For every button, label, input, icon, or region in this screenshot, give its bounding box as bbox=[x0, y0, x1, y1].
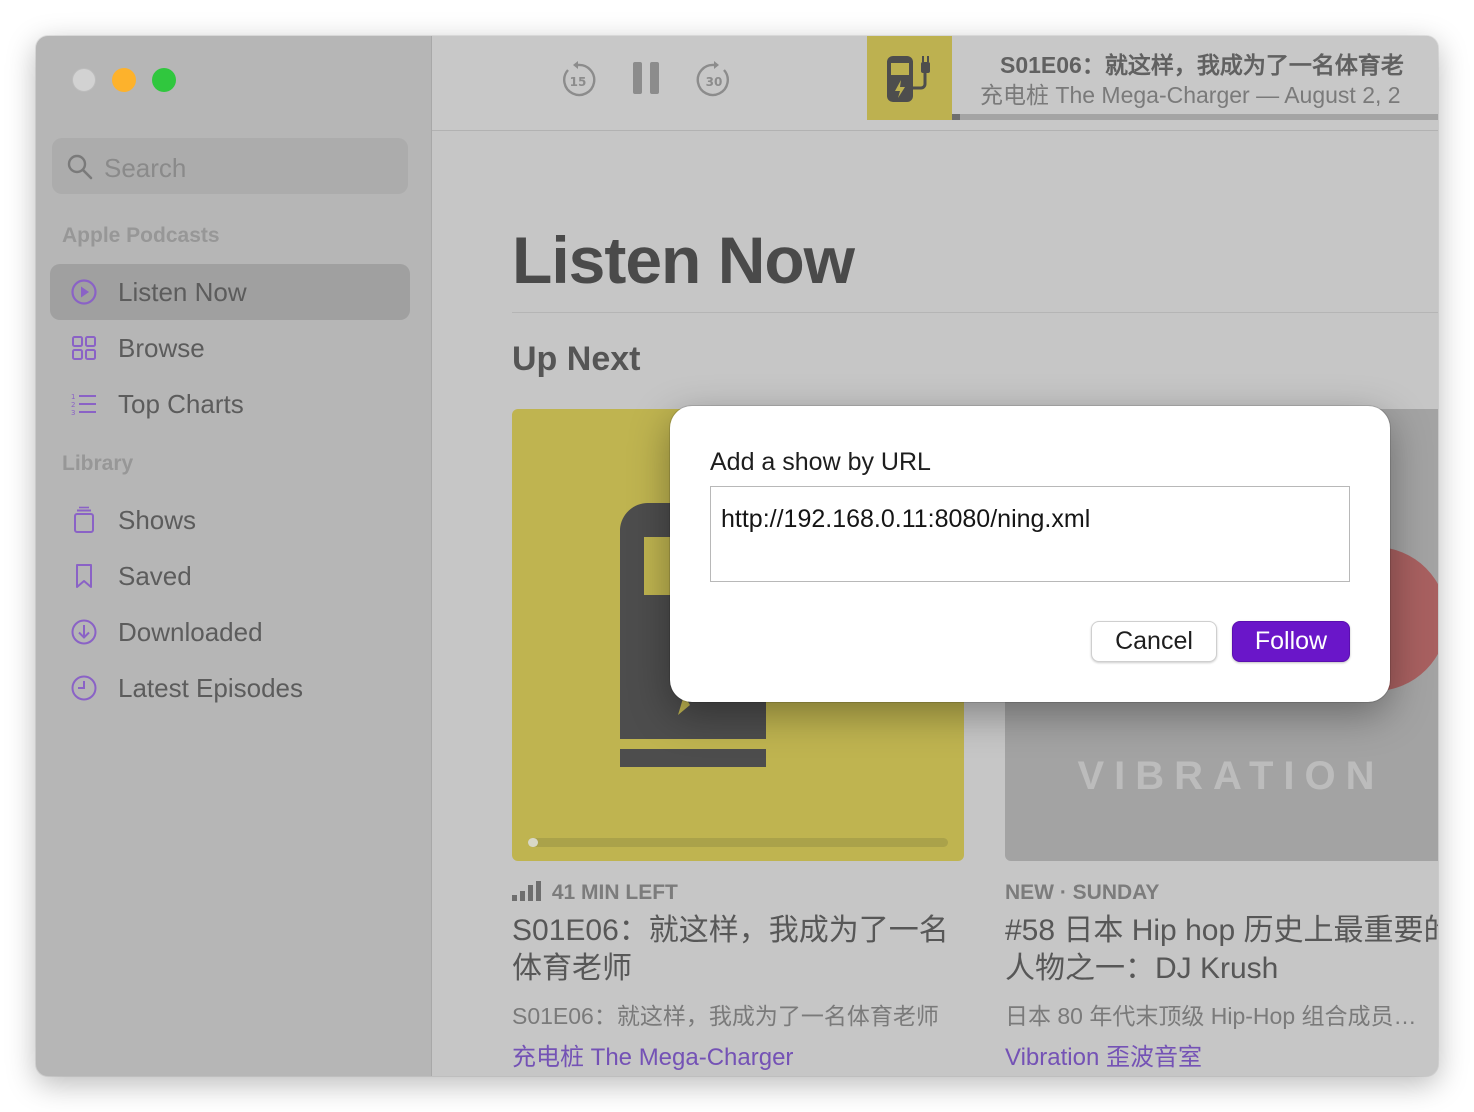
sidebar-item-label: Latest Episodes bbox=[118, 673, 304, 703]
title-divider bbox=[512, 312, 1438, 313]
svg-text:3: 3 bbox=[71, 409, 75, 417]
remaining-time-bars-icon bbox=[512, 881, 541, 901]
now-playing-artwork[interactable] bbox=[867, 36, 952, 120]
add-show-by-url-dialog: Add a show by URL http://192.168.0.11:80… bbox=[670, 406, 1390, 702]
sidebar-item-label: Browse bbox=[118, 333, 205, 363]
sidebar-item-browse[interactable]: Browse bbox=[50, 320, 410, 376]
now-playing-title: S01E06：就这样，我成为了一名体育老 bbox=[1000, 52, 1404, 78]
now-playing-subtitle: 充电桩 The Mega-Charger — August 2, 2 bbox=[980, 82, 1401, 108]
minimize-window-button[interactable] bbox=[112, 68, 136, 92]
search-icon bbox=[67, 154, 93, 180]
episode-progress-fill bbox=[528, 838, 538, 847]
bookmark-icon bbox=[76, 564, 92, 588]
sidebar-item-listen-now[interactable]: Listen Now bbox=[50, 264, 410, 320]
close-window-button[interactable] bbox=[72, 68, 96, 92]
skip-forward-label: 30 bbox=[706, 75, 723, 89]
episode-progress-bar bbox=[528, 838, 948, 847]
episode-title[interactable]: S01E06：就这样，我成为了一名体育老师 bbox=[512, 912, 972, 988]
playback-toolbar: 15 30 S01E06：就这样，我成为了一名体育老 充电桩 The Mega-… bbox=[432, 36, 1438, 131]
sidebar-item-label: Saved bbox=[118, 561, 192, 591]
section-heading-apple-podcasts: Apple Podcasts bbox=[62, 224, 220, 247]
skip-back-15-button[interactable]: 15 bbox=[560, 60, 596, 98]
follow-button[interactable]: Follow bbox=[1232, 621, 1350, 662]
sidebar-item-downloaded[interactable]: Downloaded bbox=[50, 604, 410, 660]
pause-button[interactable] bbox=[632, 60, 660, 96]
svg-text:1: 1 bbox=[71, 393, 75, 401]
episode-meta: 41 MIN LEFT bbox=[512, 881, 678, 905]
playback-progress-fill bbox=[952, 114, 960, 120]
sidebar-item-label: Shows bbox=[118, 505, 197, 535]
sidebar-item-label: Downloaded bbox=[118, 617, 263, 647]
episode-description: 日本 80 年代末顶级 Hip-Hop 组合成员… bbox=[1005, 1003, 1417, 1029]
sidebar: Search Apple Podcasts Listen Now Browse … bbox=[36, 36, 432, 1076]
skip-back-label: 15 bbox=[570, 75, 587, 89]
page-title: Listen Now bbox=[512, 223, 855, 297]
zoom-window-button[interactable] bbox=[152, 68, 176, 92]
sidebar-item-saved[interactable]: Saved bbox=[50, 548, 410, 604]
episode-meta: NEW · SUNDAY bbox=[1005, 881, 1160, 904]
charger-icon bbox=[887, 56, 930, 102]
section-heading-library: Library bbox=[62, 452, 134, 475]
cancel-button[interactable]: Cancel bbox=[1091, 621, 1217, 662]
search-placeholder: Search bbox=[104, 153, 187, 183]
episode-title[interactable]: #58 日本 Hip hop 历史上最重要的人物之一：DJ Krush bbox=[1005, 912, 1438, 988]
download-icon bbox=[71, 619, 97, 645]
grid-icon bbox=[72, 336, 96, 360]
dialog-label: Add a show by URL bbox=[710, 448, 931, 476]
show-link[interactable]: 充电桩 The Mega-Charger bbox=[512, 1037, 793, 1072]
search-field[interactable]: Search bbox=[52, 138, 408, 194]
section-title-up-next: Up Next bbox=[512, 340, 641, 378]
sidebar-item-label: Listen Now bbox=[118, 277, 247, 307]
clock-icon bbox=[71, 675, 97, 701]
url-input[interactable]: http://192.168.0.11:8080/ning.xml bbox=[710, 486, 1350, 582]
sidebar-item-top-charts[interactable]: 1 2 3 Top Charts bbox=[50, 376, 410, 432]
playback-progress-bar[interactable] bbox=[952, 114, 1438, 120]
sidebar-item-latest-episodes[interactable]: Latest Episodes bbox=[50, 660, 410, 716]
time-left-label: 41 MIN LEFT bbox=[551, 881, 678, 904]
play-circle-icon bbox=[71, 279, 97, 305]
show-link[interactable]: Vibration 歪波音室 bbox=[1005, 1037, 1202, 1072]
url-input-value: http://192.168.0.11:8080/ning.xml bbox=[721, 505, 1091, 533]
sidebar-item-label: Top Charts bbox=[118, 389, 244, 419]
stack-icon bbox=[74, 506, 94, 533]
list-icon: 1 2 3 bbox=[71, 393, 96, 417]
skip-forward-30-button[interactable]: 30 bbox=[696, 60, 732, 98]
svg-text:2: 2 bbox=[71, 401, 75, 409]
sidebar-item-shows[interactable]: Shows bbox=[50, 492, 410, 548]
episode-description: S01E06：就这样，我成为了一名体育老师 bbox=[512, 1003, 939, 1029]
vibration-logo-text: VIBRATION bbox=[1077, 754, 1385, 798]
